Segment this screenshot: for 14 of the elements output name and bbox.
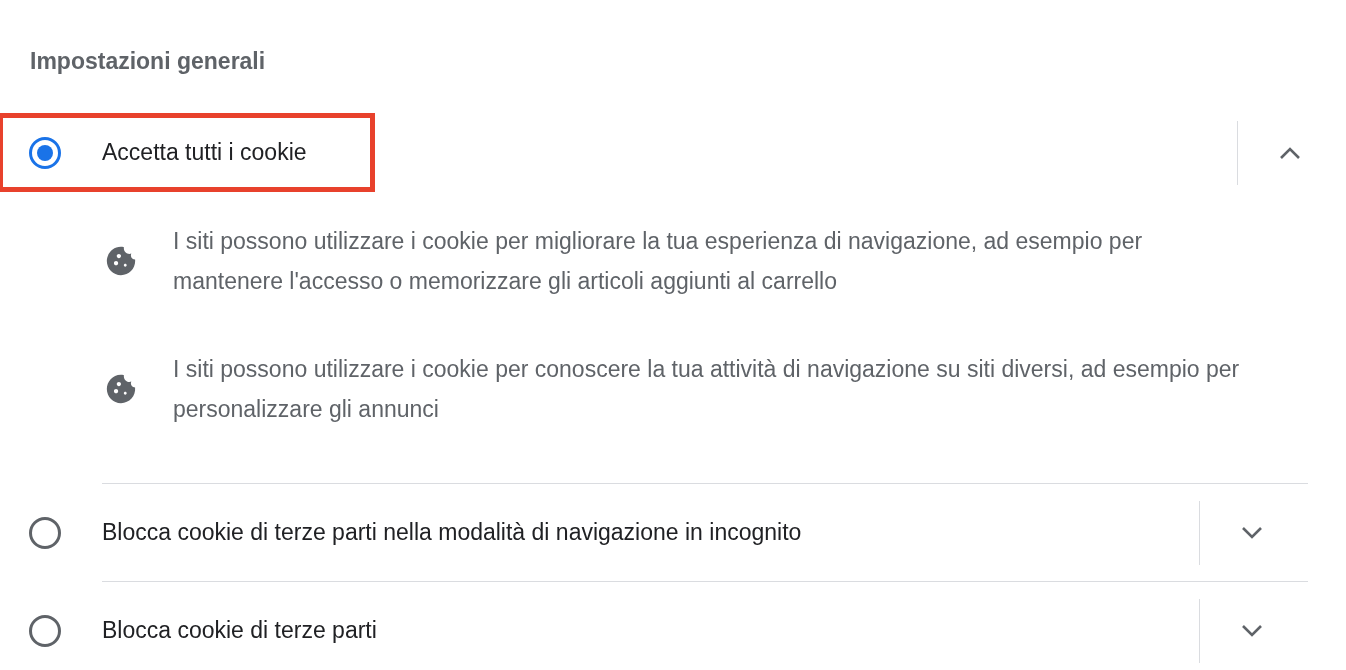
chevron-up-icon <box>1279 145 1301 160</box>
description-text: I siti possono utilizzare i cookie per conoscere la tua attività di navigazione su siti diversi, ad esempio per personalizzare gli annunci <box>173 355 1241 424</box>
radio-button[interactable] <box>28 136 61 169</box>
option-label[interactable]: Blocca cookie di terze parti nella modalità di navigazione in incognito <box>102 515 802 550</box>
cookie-icon <box>104 244 138 278</box>
option-label[interactable]: Blocca cookie di terze parti <box>102 613 377 648</box>
cookie-icon <box>104 372 138 406</box>
chevron-down-icon <box>1241 525 1263 540</box>
radio-button[interactable] <box>28 614 61 647</box>
description-text: I siti possono utilizzare i cookie per migliorare la tua esperienza di navigazione, ad esempio per mantenere l'accesso o memorizzare gli articoli aggiunti al carrello <box>173 227 1144 296</box>
chevron-down-icon <box>1241 623 1263 638</box>
radio-button[interactable] <box>28 516 61 549</box>
section-title: Impostazioni generali <box>30 47 266 76</box>
option-label[interactable]: Accetta tutti i cookie <box>102 135 307 170</box>
